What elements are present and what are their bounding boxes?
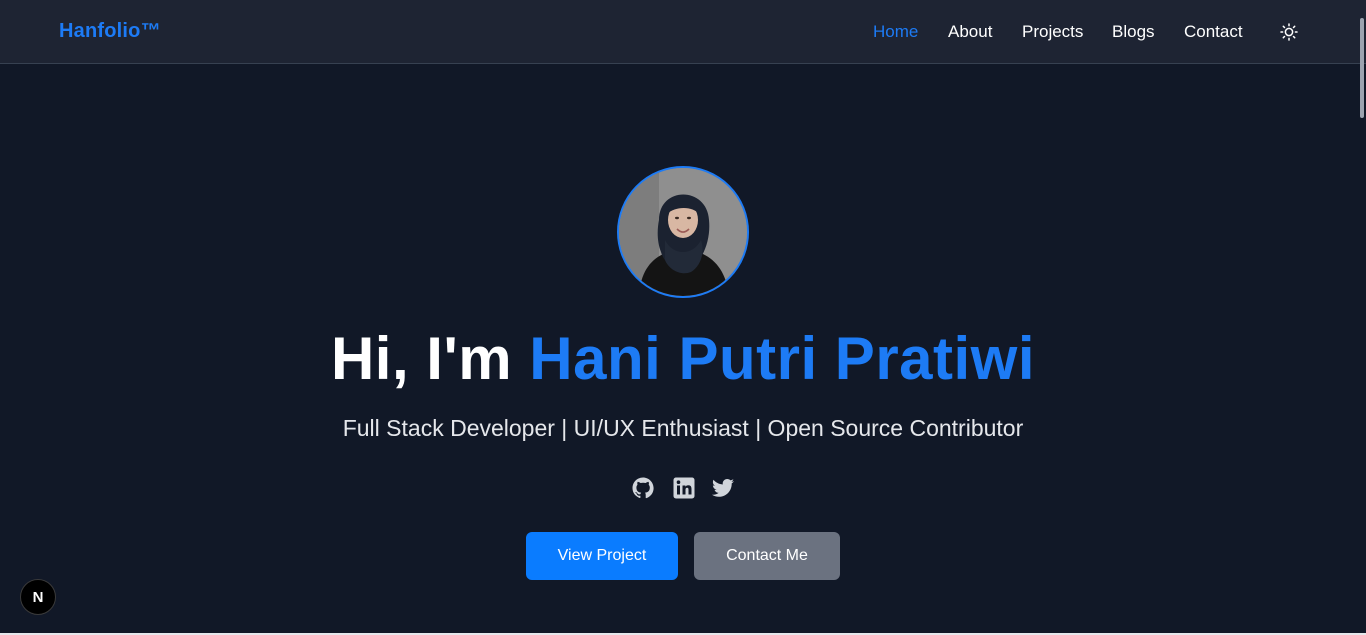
brand-logo[interactable]: Hanfolio™ <box>59 20 161 43</box>
linkedin-link[interactable] <box>672 476 696 500</box>
nav-link-contact[interactable]: Contact <box>1184 22 1243 42</box>
github-link[interactable] <box>631 476 655 500</box>
nav-link-projects[interactable]: Projects <box>1022 22 1083 42</box>
avatar <box>617 166 749 298</box>
social-links <box>631 476 737 500</box>
github-icon <box>632 477 654 499</box>
nav-link-about[interactable]: About <box>948 22 992 42</box>
hero-subtitle: Full Stack Developer | UI/UX Enthusiast … <box>342 415 1024 441</box>
linkedin-icon <box>673 477 695 499</box>
twitter-link[interactable] <box>711 476 735 500</box>
scrollbar[interactable] <box>1357 0 1366 635</box>
view-project-button[interactable]: View Project <box>526 532 678 580</box>
scrollbar-thumb[interactable] <box>1360 18 1364 118</box>
navbar: Hanfolio™ Home About Projects Blogs Cont… <box>0 0 1366 64</box>
contact-me-button[interactable]: Contact Me <box>694 532 840 580</box>
twitter-icon <box>712 479 734 497</box>
hero-greeting: Hi, I'm <box>330 325 530 392</box>
nextjs-dev-badge[interactable]: N <box>20 579 56 615</box>
nav-link-home[interactable]: Home <box>873 22 918 42</box>
sun-icon <box>1280 23 1298 41</box>
nav-link-blogs[interactable]: Blogs <box>1112 22 1155 42</box>
nextjs-badge-label: N <box>32 588 44 606</box>
theme-toggle-button[interactable] <box>1279 22 1299 42</box>
hero-name: Hani Putri Pratiwi <box>529 325 1036 392</box>
profile-photo <box>619 168 747 296</box>
portfolio-page: Hanfolio™ Home About Projects Blogs Cont… <box>0 0 1366 635</box>
hero-heading: Hi, I'm Hani Putri Pratiwi <box>0 324 1366 393</box>
